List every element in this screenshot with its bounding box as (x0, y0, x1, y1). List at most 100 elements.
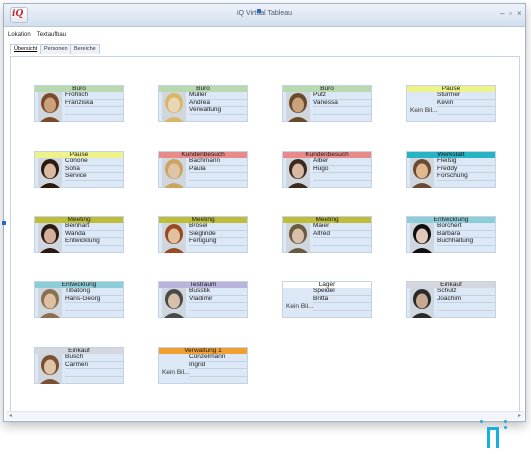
menu-bar: Lokation Textaufbau (4, 32, 68, 41)
card-firstname: Vanessa (313, 100, 371, 107)
person-card[interactable]: Kundenbesuch Alber Hugo (282, 151, 372, 188)
card-surname: Alber (313, 158, 371, 166)
person-photo (38, 223, 62, 253)
card-surname: Brösel (189, 223, 247, 231)
person-card[interactable]: Büro Putz Vanessa (282, 85, 372, 122)
card-department (189, 369, 247, 377)
card-department (65, 369, 123, 377)
horizontal-scrollbar[interactable]: ◂ ▸ (6, 411, 524, 420)
card-firstname: Paula (189, 166, 247, 173)
card-firstname: Britta (313, 296, 371, 303)
card-empty-row (65, 377, 123, 384)
no-photo-label: Kein Bil... (410, 107, 438, 114)
person-card[interactable]: Pause Conone Sofia Service (34, 151, 124, 188)
card-firstname: Sofia (65, 166, 123, 173)
person-card[interactable]: Verwaltung 1 Kein Bil... Conzelmann Ingrid (158, 347, 248, 384)
card-firstname: Kevin (437, 100, 495, 107)
person-photo (38, 158, 62, 188)
person-card[interactable]: Pause Kein Bil... Stürmer Kevin (406, 85, 496, 122)
card-surname: Stürmer (437, 92, 495, 100)
resize-handle-left[interactable] (2, 221, 6, 225)
card-surname: Fleißig (437, 158, 495, 166)
no-photo-label: Kein Bil... (162, 369, 190, 376)
card-department: Service (65, 173, 123, 181)
person-photo (286, 223, 310, 253)
card-empty-row (437, 115, 495, 122)
card-department (437, 303, 495, 311)
person-card[interactable]: Werkstatt Fleißig Freddy Forschung (406, 151, 496, 188)
card-department: Entwicklung (65, 238, 123, 246)
card-firstname: Ingrid (189, 362, 247, 369)
card-department (313, 173, 371, 181)
person-card[interactable]: Büro Müller Andrea Verwaltung (158, 85, 248, 122)
person-photo (410, 223, 434, 253)
title-bar: iQ iQ Virtual Tableau – ▫ × (4, 4, 525, 27)
menu-item-lokation[interactable]: Lokation (8, 32, 31, 38)
card-empty-row (65, 115, 123, 122)
minimize-button[interactable]: – (500, 9, 504, 18)
resize-handle-top[interactable] (257, 9, 261, 13)
card-department (189, 303, 247, 311)
card-empty-row (65, 181, 123, 188)
card-surname: Bachmann (189, 158, 247, 166)
card-surname: Conzelmann (189, 354, 247, 362)
tab-uebersicht[interactable]: Übersicht (10, 44, 42, 54)
card-firstname: Barbara (437, 231, 495, 238)
card-surname: Beinhart (65, 223, 123, 231)
card-surname: Conone (65, 158, 123, 166)
card-firstname: Hugo (313, 166, 371, 173)
person-card[interactable]: Testraum Busstik Vladimir (158, 281, 248, 318)
card-department (437, 107, 495, 115)
tableau-panel: Büro Fröhlich Franziska Büro Müller Andrea Ver… (10, 56, 520, 412)
menu-item-textaufbau[interactable]: Textaufbau (37, 32, 66, 38)
scroll-left-icon[interactable]: ◂ (9, 412, 12, 419)
card-empty-row (65, 311, 123, 318)
card-department (65, 303, 123, 311)
card-department (313, 238, 371, 246)
person-card[interactable]: Meeting Brösel Sieglinde Fertigung (158, 216, 248, 253)
person-card[interactable]: Einkauf Schulz Joachim (406, 281, 496, 318)
card-surname: Schulz (437, 288, 495, 296)
person-card[interactable]: Entwicklung Tibatong Hans-Georg (34, 281, 124, 318)
person-card[interactable]: Kundenbesuch Bachmann Paula (158, 151, 248, 188)
person-card[interactable]: Meeting Beinhart Wanda Entwicklung (34, 216, 124, 253)
person-photo (38, 354, 62, 384)
person-card[interactable]: Lager Kein Bil... Speidel Britta (282, 281, 372, 318)
card-department: Fertigung (189, 238, 247, 246)
person-card[interactable]: Meeting Maier Alfred (282, 216, 372, 253)
person-photo (162, 158, 186, 188)
card-department (313, 303, 371, 311)
card-empty-row (189, 246, 247, 253)
brand-mark-icon (479, 418, 509, 448)
person-photo (162, 288, 186, 318)
card-department (65, 107, 123, 115)
card-empty-row (437, 311, 495, 318)
person-photo (286, 92, 310, 122)
card-empty-row (437, 246, 495, 253)
card-department: Buchhaltung (437, 238, 495, 246)
tab-personen[interactable]: Personen (40, 44, 72, 54)
close-button[interactable]: × (517, 9, 522, 18)
card-empty-row (313, 115, 371, 122)
tab-bereiche[interactable]: Bereiche (70, 44, 100, 54)
card-empty-row (189, 311, 247, 318)
person-photo (286, 158, 310, 188)
scroll-right-icon[interactable]: ▸ (518, 412, 521, 419)
card-empty-row (65, 246, 123, 253)
person-card[interactable]: Büro Fröhlich Franziska (34, 85, 124, 122)
card-department: Verwaltung (189, 107, 247, 115)
card-department: Forschung (437, 173, 495, 181)
card-surname: Borchert (437, 223, 495, 231)
card-empty-row (313, 311, 371, 318)
card-firstname: Freddy (437, 166, 495, 173)
card-empty-row (189, 377, 247, 384)
maximize-button[interactable]: ▫ (509, 9, 512, 18)
card-firstname: Andrea (189, 100, 247, 107)
person-card[interactable]: Entwicklung Borchert Barbara Buchhaltung (406, 216, 496, 253)
card-empty-row (189, 115, 247, 122)
card-firstname: Alfred (313, 231, 371, 238)
card-firstname: Wanda (65, 231, 123, 238)
person-card[interactable]: Einkauf Busch Carmen (34, 347, 124, 384)
card-firstname: Carmen (65, 362, 123, 369)
person-photo (410, 158, 434, 188)
